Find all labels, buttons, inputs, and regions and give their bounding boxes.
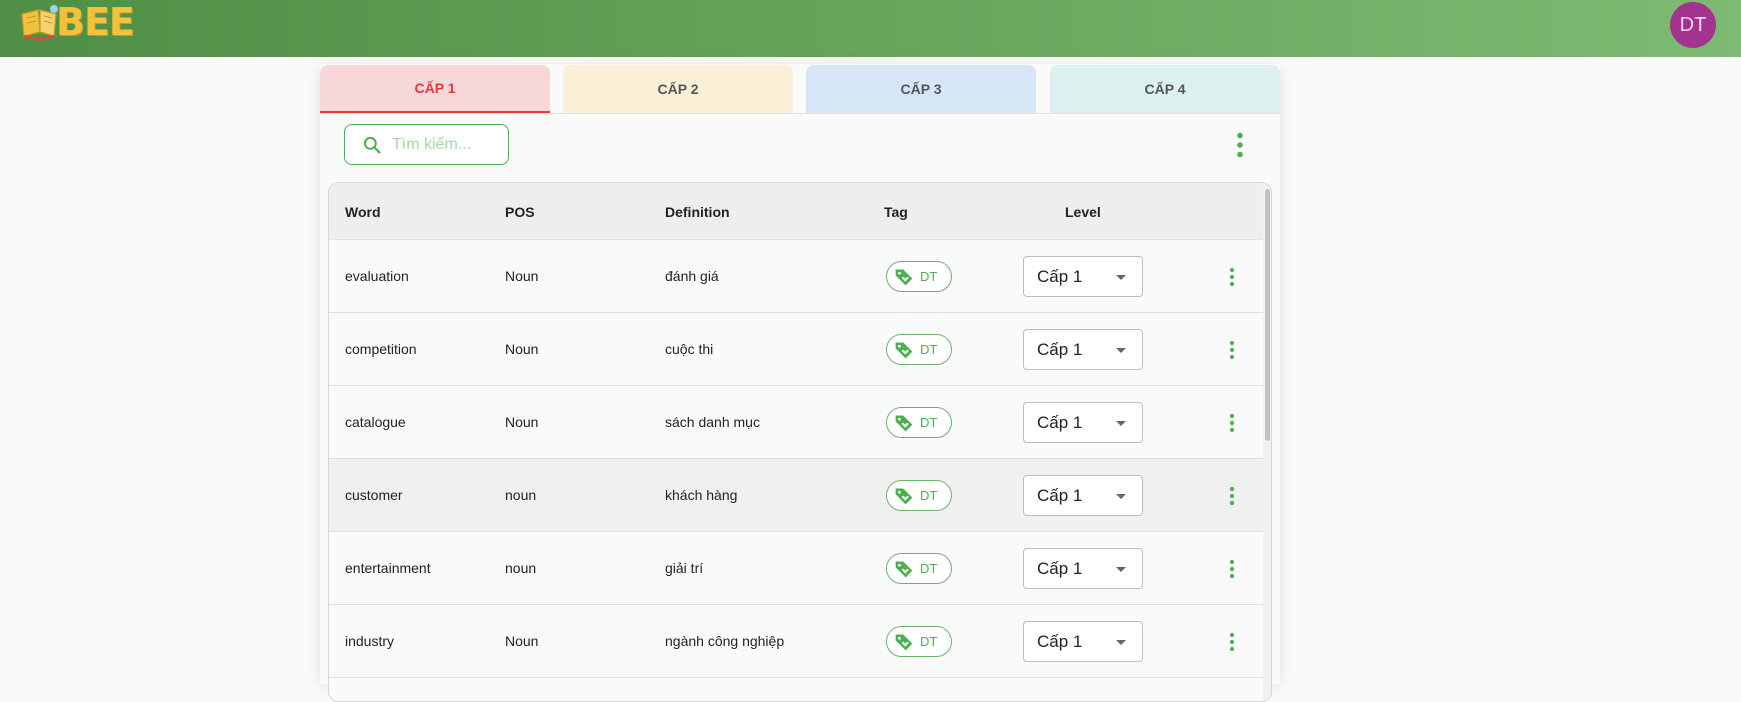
table-row[interactable]: evaluation Noun đánh giá DT Cấp 1 xyxy=(329,240,1263,313)
level-select[interactable]: Cấp 1 xyxy=(1023,329,1143,370)
table-row[interactable]: entertainment noun giải trí DT Cấp 1 xyxy=(329,532,1263,605)
table-header: Word POS Definition Tag Level xyxy=(329,183,1263,240)
dropdown-arrow-icon xyxy=(1116,567,1126,572)
vocabulary-table: Word POS Definition Tag Level evaluation… xyxy=(328,182,1272,702)
column-header-word[interactable]: Word xyxy=(345,204,381,220)
pos-cell: Noun xyxy=(505,633,539,649)
more-vertical-icon xyxy=(1229,486,1235,506)
tag-heart-icon xyxy=(895,634,913,650)
pos-cell: noun xyxy=(505,560,537,576)
definition-cell: ngành công nghiệp xyxy=(665,633,785,649)
definition-cell: sách danh mục xyxy=(665,414,760,430)
scrollbar-thumb[interactable] xyxy=(1265,189,1270,441)
level-select[interactable]: Cấp 1 xyxy=(1023,621,1143,662)
level-select[interactable]: Cấp 1 xyxy=(1023,475,1143,516)
definition-cell: đánh giá xyxy=(665,268,719,284)
row-more-options-button[interactable] xyxy=(1222,410,1242,436)
search-icon xyxy=(363,136,381,154)
table-row[interactable]: industry Noun ngành công nghiệp DT Cấp 1 xyxy=(329,605,1263,678)
row-more-options-button[interactable] xyxy=(1222,556,1242,582)
level-select[interactable]: Cấp 1 xyxy=(1023,548,1143,589)
column-header-level[interactable]: Level xyxy=(1065,204,1101,220)
more-vertical-icon xyxy=(1229,340,1235,360)
row-more-options-button[interactable] xyxy=(1222,483,1242,509)
top-app-bar: BEE DT xyxy=(0,0,1741,57)
tag-heart-icon xyxy=(895,488,913,504)
search-input[interactable] xyxy=(392,135,502,154)
level-select-value: Cấp 1 xyxy=(1037,631,1083,651)
row-more-options-button[interactable] xyxy=(1222,264,1242,290)
more-vertical-icon xyxy=(1229,559,1235,579)
tag-chip[interactable]: DT xyxy=(886,553,952,584)
definition-cell: khách hàng xyxy=(665,487,738,503)
level-select-value: Cấp 1 xyxy=(1037,412,1083,432)
tag-label: DT xyxy=(920,634,938,649)
tag-label: DT xyxy=(920,269,938,284)
tabs-divider xyxy=(320,113,1280,114)
level-select-value: Cấp 1 xyxy=(1037,485,1083,505)
tag-heart-icon xyxy=(895,342,913,358)
more-vertical-icon xyxy=(1229,413,1235,433)
table-row[interactable]: competition Noun cuộc thi DT Cấp 1 xyxy=(329,313,1263,386)
pos-cell: Noun xyxy=(505,268,539,284)
row-more-options-button[interactable] xyxy=(1222,337,1242,363)
tag-heart-icon xyxy=(895,415,913,431)
definition-cell: giải trí xyxy=(665,560,704,576)
word-cell: catalogue xyxy=(345,414,406,430)
word-cell: industry xyxy=(345,633,395,649)
pos-cell: Noun xyxy=(505,341,539,357)
tag-label: DT xyxy=(920,342,938,357)
dropdown-arrow-icon xyxy=(1116,640,1126,645)
more-vertical-icon xyxy=(1237,132,1243,158)
tag-chip[interactable]: DT xyxy=(886,261,952,292)
dropdown-arrow-icon xyxy=(1116,348,1126,353)
tab-level-4[interactable]: CẤP 4 xyxy=(1050,65,1280,113)
more-vertical-icon xyxy=(1229,632,1235,652)
pos-cell: noun xyxy=(505,487,537,503)
search-box[interactable] xyxy=(344,124,509,165)
more-vertical-icon xyxy=(1229,267,1235,287)
dropdown-arrow-icon xyxy=(1116,275,1126,280)
pos-cell: Noun xyxy=(505,414,539,430)
level-select[interactable]: Cấp 1 xyxy=(1023,256,1143,297)
column-header-pos[interactable]: POS xyxy=(505,204,535,220)
tag-chip[interactable]: DT xyxy=(886,480,952,511)
tab-level-2[interactable]: CẤP 2 xyxy=(563,65,793,113)
column-header-tag[interactable]: Tag xyxy=(884,204,908,220)
word-cell: customer xyxy=(345,487,403,503)
level-select-value: Cấp 1 xyxy=(1037,266,1083,286)
level-tabs: CẤP 1 CẤP 2 CẤP 3 CẤP 4 xyxy=(320,64,1280,113)
tag-heart-icon xyxy=(895,269,913,285)
tab-level-1[interactable]: CẤP 1 xyxy=(320,65,550,113)
dropdown-arrow-icon xyxy=(1116,421,1126,426)
word-cell: entertainment xyxy=(345,560,431,576)
logo-text: BEE xyxy=(56,0,135,44)
tag-heart-icon xyxy=(895,561,913,577)
tab-level-3[interactable]: CẤP 3 xyxy=(806,65,1036,113)
tag-label: DT xyxy=(920,415,938,430)
column-header-definition[interactable]: Definition xyxy=(665,204,730,220)
table-row[interactable]: catalogue Noun sách danh mục DT Cấp 1 xyxy=(329,386,1263,459)
tag-label: DT xyxy=(920,561,938,576)
dropdown-arrow-icon xyxy=(1116,494,1126,499)
table-scrollbar[interactable] xyxy=(1263,183,1271,701)
tag-chip[interactable]: DT xyxy=(886,626,952,657)
more-options-button[interactable] xyxy=(1228,130,1252,160)
table-row[interactable]: customer noun khách hàng DT Cấp 1 xyxy=(329,459,1263,532)
tag-chip[interactable]: DT xyxy=(886,334,952,365)
tag-chip[interactable]: DT xyxy=(886,407,952,438)
definition-cell: cuộc thi xyxy=(665,341,714,357)
vocabulary-card: CẤP 1 CẤP 2 CẤP 3 CẤP 4 Word POS Definit… xyxy=(320,64,1280,702)
level-select-value: Cấp 1 xyxy=(1037,339,1083,359)
tag-label: DT xyxy=(920,488,938,503)
word-cell: competition xyxy=(345,341,417,357)
app-logo[interactable]: BEE xyxy=(18,0,135,44)
level-select[interactable]: Cấp 1 xyxy=(1023,402,1143,443)
user-avatar[interactable]: DT xyxy=(1670,2,1716,48)
level-select-value: Cấp 1 xyxy=(1037,558,1083,578)
word-cell: evaluation xyxy=(345,268,409,284)
row-more-options-button[interactable] xyxy=(1222,629,1242,655)
